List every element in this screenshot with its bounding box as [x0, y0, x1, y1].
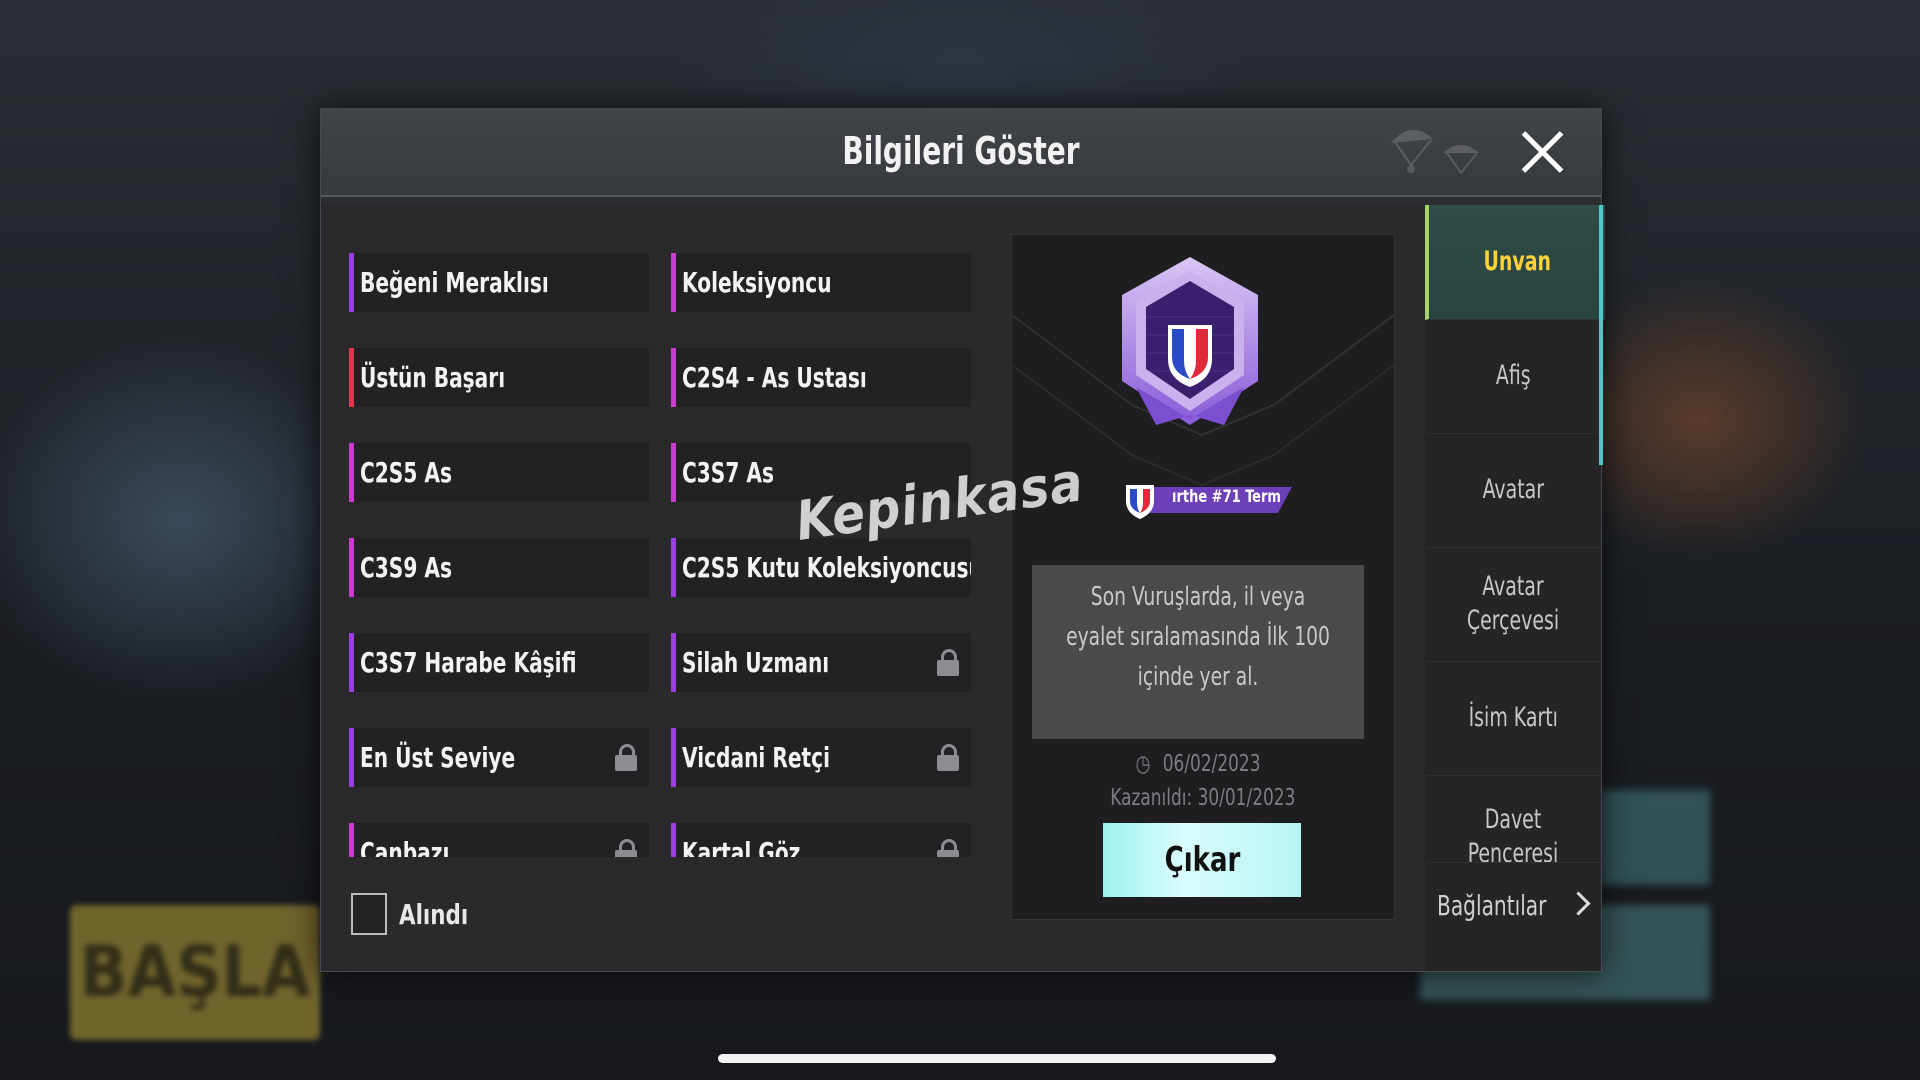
title-item[interactable]: Koleksiyoncu — [671, 253, 971, 312]
title-label: Kartal Göz — [682, 836, 801, 857]
nameplate-text: ırthe #71 Term — [1172, 487, 1281, 507]
title-label: C3S7 As — [682, 456, 774, 489]
remove-title-button[interactable]: Çıkar — [1103, 823, 1301, 897]
title-item[interactable]: Canbazı — [349, 823, 649, 857]
expiry-date: 06/02/2023 — [1163, 751, 1261, 777]
title-item[interactable]: C2S5 As — [349, 443, 649, 502]
title-label: C3S7 Harabe Kâşifi — [360, 646, 577, 679]
home-indicator[interactable] — [718, 1054, 1276, 1063]
lock-icon — [937, 649, 959, 676]
titles-list[interactable]: Beğeni Meraklısı Koleksiyoncu Üstün Başarı… — [349, 253, 995, 857]
start-button-background: BAŞLA — [70, 905, 320, 1040]
tab-invite-theme[interactable]: Davet Penceresi Teması — [1425, 775, 1601, 863]
title-dates: ◷ 06/02/2023 Kazanıldı: 30/01/2023 — [1012, 747, 1394, 815]
title-item[interactable]: C2S4 - As Ustası — [671, 348, 971, 407]
lock-icon — [615, 839, 637, 857]
connections-button[interactable]: Bağlantılar — [1425, 881, 1601, 935]
background-cyan-button — [1600, 790, 1710, 885]
title-item[interactable]: Üstün Başarı — [349, 348, 649, 407]
accent-edge — [1599, 205, 1603, 465]
title-description: Son Vuruşlarda, il veya eyalet sıralamas… — [1032, 565, 1364, 739]
title-label: Beğeni Meraklısı — [360, 266, 549, 299]
titles-grid: Beğeni Meraklısı Koleksiyoncu Üstün Başarı… — [349, 253, 995, 857]
title-detail-panel: ırthe #71 Term Son Vuruşlarda, il veya e… — [1011, 234, 1395, 920]
title-item[interactable]: Kartal Göz — [671, 823, 971, 857]
title-label: C2S4 - As Ustası — [682, 361, 867, 394]
title-item[interactable]: Vicdani Retçi — [671, 728, 971, 787]
title-label: Üstün Başarı — [360, 361, 506, 394]
title-item[interactable]: C2S5 Kutu Koleksiyoncusu — [671, 538, 971, 597]
title-label: Canbazı — [360, 836, 450, 857]
title-item[interactable]: En Üst Seviye — [349, 728, 649, 787]
lock-icon — [937, 744, 959, 771]
title-label: Koleksiyoncu — [682, 266, 832, 299]
dialog-header: Bilgileri Göster — [321, 109, 1601, 197]
title-item[interactable]: C3S9 As — [349, 538, 649, 597]
title-badge-icon — [1122, 257, 1258, 425]
obtained-filter[interactable]: Alındı — [351, 893, 480, 935]
show-info-dialog: Bilgileri Göster Beğeni Meraklısı Koleksi… — [320, 108, 1605, 972]
lock-icon — [937, 839, 959, 857]
title-label: C2S5 As — [360, 456, 452, 489]
tab-name-card[interactable]: İsim Kartı — [1425, 661, 1601, 776]
tab-unvan[interactable]: Unvan — [1425, 205, 1605, 320]
title-item[interactable]: C3S7 As — [671, 443, 971, 502]
lock-icon — [615, 744, 637, 771]
dialog-title: Bilgileri Göster — [842, 129, 1080, 173]
chevron-right-icon — [1566, 891, 1591, 916]
earned-date: Kazanıldı: 30/01/2023 — [1110, 785, 1296, 811]
title-label: C3S9 As — [360, 551, 452, 584]
title-label: En Üst Seviye — [360, 741, 516, 774]
tab-avatar[interactable]: Avatar — [1425, 433, 1601, 548]
title-label: Silah Uzmanı — [682, 646, 830, 679]
obtained-checkbox[interactable] — [351, 893, 387, 935]
clock-icon: ◷ — [1135, 751, 1151, 777]
obtained-label: Alındı — [399, 897, 469, 931]
tab-afis[interactable]: Afiş — [1425, 319, 1601, 434]
tab-avatar-frame[interactable]: Avatar Çerçevesi — [1425, 547, 1601, 662]
title-item[interactable]: Beğeni Meraklısı — [349, 253, 649, 312]
category-tabs: Unvan Afiş Avatar Avatar Çerçevesi İsim … — [1425, 205, 1605, 971]
title-label: C2S5 Kutu Koleksiyoncusu — [682, 551, 971, 584]
title-label: Vicdani Retçi — [682, 741, 831, 774]
dialog-body: Beğeni Meraklısı Koleksiyoncu Üstün Başarı… — [321, 205, 1605, 971]
title-item[interactable]: C3S7 Harabe Kâşifi — [349, 633, 649, 692]
close-icon[interactable] — [1519, 129, 1565, 175]
title-item[interactable]: Silah Uzmanı — [671, 633, 971, 692]
